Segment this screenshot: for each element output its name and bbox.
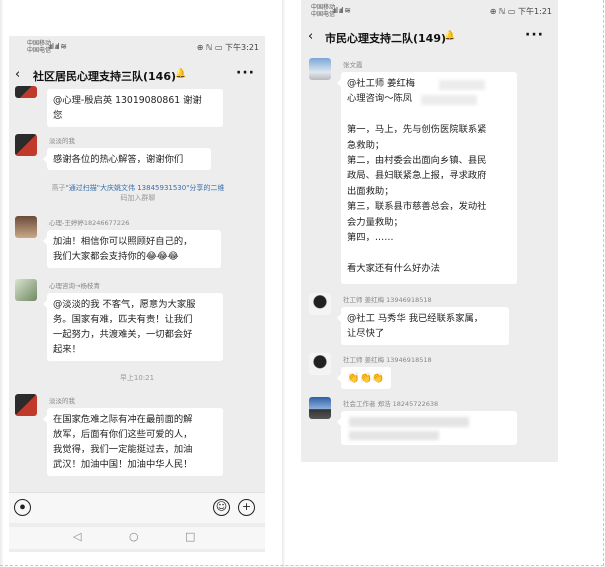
message-bubble: 在国家危难之际有冲在最前面的解 放军，后面有你们这些可爱的人， 我觉得，我们一定… [43,408,223,476]
system-join-message: 燕子"通过扫描"大庆姚文伟 13845931530"分享的二维 码加入群聊 [51,184,225,202]
chat-header: ‹ 社区居民心理支持三队(146) 🔔 ··· [9,62,265,88]
android-nav-bar: ◁ ○ □ [9,527,265,549]
redacted-area [349,431,439,440]
sender-name: 淡淡的我 [49,137,75,145]
plus-icon[interactable]: + [238,499,255,516]
carrier-label: 中国移动 中国电信 [311,4,336,18]
redacted-area [421,95,477,105]
chat-title: 市民心理支持二队(149) [325,32,447,45]
avatar[interactable] [309,58,331,80]
avatar[interactable] [15,216,37,238]
status-right: ⊕ ℕ ▭ 下午1:21 [489,7,552,16]
more-button[interactable]: ··· [236,65,255,81]
signal-icon: ᵢııl ᵢııl ≋ [49,42,67,51]
avatar[interactable] [15,86,37,98]
right-chat-screenshot: 中国移动 中国电信 ᵢııl ᵢııl ≋ ⊕ ℕ ▭ 下午1:21 ‹ 市民心… [301,0,558,462]
chat-input-bar: ⦁ ☺ + [9,492,265,523]
message-bubble: 加油！相信你可以照顾好自己的， 我们大家都会支持你的😂😂😂 [43,230,221,268]
avatar[interactable] [309,353,331,375]
message-bubble: @心理-殷启英 13019080861 谢谢 您 [47,89,223,127]
more-button[interactable]: ··· [525,27,544,43]
avatar[interactable] [15,134,37,156]
mute-bell-icon: 🔔 [175,69,187,79]
redacted-area [439,80,485,90]
sender-name: 张文霞 [343,61,363,69]
nav-back-button[interactable]: ◁ [73,530,81,543]
chevron-left-icon[interactable]: ‹ [15,67,20,82]
message-bubble: @社工 马秀华 我已经联系家属， 让尽快了 [337,307,509,345]
message-bubble: 👏👏👏 [337,367,391,389]
carrier-label: 中国移动 中国电信 [27,40,52,54]
voice-icon[interactable]: ⦁ [14,499,31,516]
emoji-icon[interactable]: ☺ [213,499,230,516]
sender-name: 社会工作者 郑浩 18245722638 [343,400,439,408]
mute-bell-icon: 🔔 [444,31,456,41]
left-chat-screenshot: 中国移动 中国电信 ᵢııl ᵢııl ≋ ⊕ ℕ ▭ 下午3:21 ‹ 社区居… [9,36,265,552]
sender-name: 淡淡的我 [49,397,75,405]
nav-home-button[interactable]: ○ [129,530,139,543]
chevron-left-icon[interactable]: ‹ [308,29,313,44]
sender-name: 社工师 姜红梅 13946918518 [343,356,432,364]
avatar[interactable] [309,293,331,315]
message-bubble: 感谢各位的热心解答，谢谢你们 [43,148,211,170]
redacted-area [349,417,469,427]
avatar[interactable] [309,397,331,419]
status-bar: 中国移动 中国电信 ᵢııl ᵢııl ≋ ⊕ ℕ ▭ 下午3:21 [9,36,265,58]
sender-name: 社工师 姜红梅 13946918518 [343,296,432,304]
avatar[interactable] [15,394,37,416]
signal-icon: ᵢııl ᵢııl ≋ [333,6,351,15]
chat-title: 社区居民心理支持三队(146) [33,70,177,83]
status-bar: 中国移动 中国电信 ᵢııl ᵢııl ≋ ⊕ ℕ ▭ 下午1:21 [301,0,558,22]
status-right: ⊕ ℕ ▭ 下午3:21 [196,43,259,52]
nav-recent-button[interactable]: □ [185,530,195,543]
avatar[interactable] [15,279,37,301]
timestamp: 早上10:21 [119,374,155,382]
sender-name: 心理-王婷婷18246677226 [49,219,130,227]
sender-name: 心理咨询→杨枝青 [49,282,100,290]
chat-header: ‹ 市民心理支持二队(149) 🔔 ··· [301,24,558,50]
message-bubble: @淡淡的我 不客气，愿意为大家服 务。国家有难，匹夫有责！让我们 一起努力，共渡… [43,293,223,361]
